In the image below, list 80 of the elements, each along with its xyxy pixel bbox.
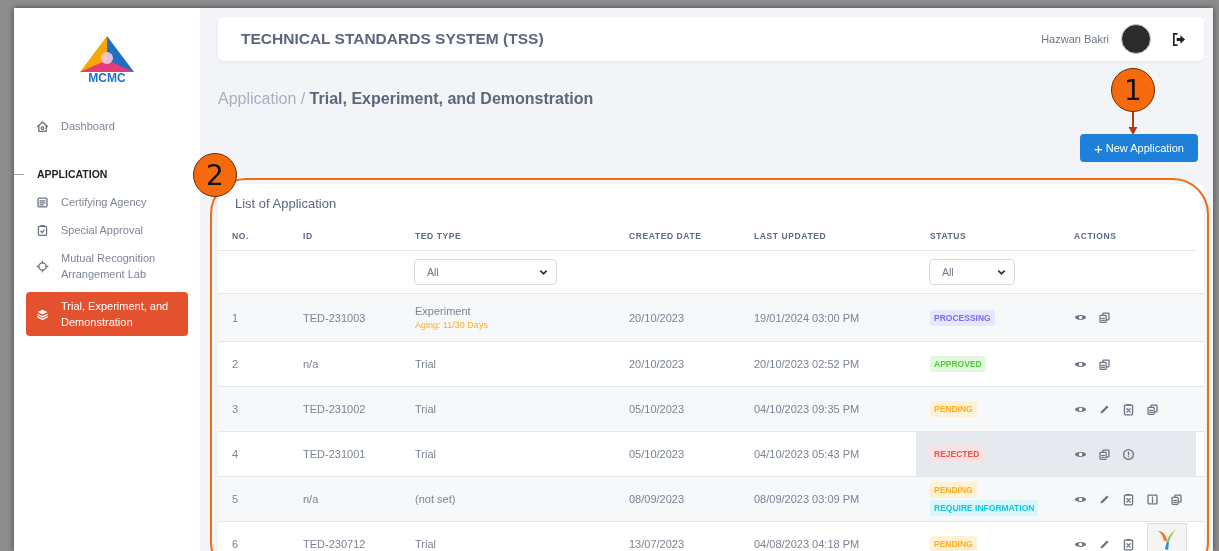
table-cell: 6 [232, 538, 239, 550]
status-badge: REJECTED [930, 446, 984, 462]
table-cell: 19/01/2024 03:00 PM [754, 311, 860, 324]
sidebar-item[interactable]: Dashboard [26, 112, 188, 140]
table-cell: 20/10/2023 02:52 PM [754, 358, 860, 370]
table-cell: 3 [232, 403, 239, 415]
sidebar-item[interactable]: Certifying Agency [26, 188, 188, 216]
table-title: List of Application [234, 195, 338, 213]
section-heading: APPLICATION [37, 168, 108, 180]
copy-icon[interactable] [1098, 311, 1111, 324]
copy-icon[interactable] [1098, 447, 1111, 461]
table-cell: Trial [415, 448, 436, 460]
sidebar-item[interactable]: Special Approval [26, 216, 188, 244]
document-x-icon[interactable] [1122, 492, 1135, 506]
sidebar-item[interactable]: Trial, Experiment, and Demonstration [26, 292, 188, 336]
column-header: ACTIONS [1060, 222, 1196, 251]
table-cell: TED-231003 [303, 311, 366, 324]
table-cell: Trial [415, 538, 436, 550]
table-cell: Experiment [415, 305, 471, 317]
table-cell: n/a [303, 358, 319, 370]
logout-icon[interactable] [1171, 31, 1186, 47]
document-icon [36, 195, 49, 209]
table-cell: 13/07/2023 [629, 538, 685, 550]
table-cell: 05/10/2023 [629, 448, 685, 460]
callout-arrow [1127, 112, 1139, 136]
status-badge: PENDING [930, 482, 977, 498]
layers-icon [36, 307, 49, 321]
logo-triangle-icon [78, 34, 136, 74]
app-title: TECHNICAL STANDARDS SYSTEM (TSS) [241, 30, 545, 48]
home-icon [36, 119, 49, 133]
user-name: Hazwan Bakri [1041, 33, 1109, 45]
aging-text: Aging: 11/30 Days [415, 320, 488, 330]
column-header: ID [289, 222, 401, 251]
table-cell: Trial [415, 358, 436, 370]
clipboard-check-icon [36, 223, 49, 237]
status-badge: APPROVED [930, 356, 986, 372]
filter-dropdown[interactable]: All [414, 259, 557, 285]
table-cell: 04/08/2023 04:18 PM [754, 538, 860, 550]
copy-icon[interactable] [1146, 402, 1159, 416]
column-header: TED TYPE [401, 222, 615, 251]
info-square-icon[interactable] [1146, 492, 1159, 506]
table-cell: 20/10/2023 [629, 358, 685, 370]
table-cell: TED-231001 [303, 448, 366, 460]
status-badge: PROCESSING [930, 309, 995, 326]
document-x-icon[interactable] [1122, 402, 1135, 416]
column-header: STATUS [916, 222, 1060, 251]
table-cell: Trial [415, 403, 436, 415]
status-badge: PENDING [930, 536, 977, 551]
table-cell: TED-230712 [303, 538, 366, 550]
status-badge: PENDING [930, 401, 977, 417]
table-cell: 1 [232, 311, 239, 324]
filter-dropdown[interactable]: All [929, 259, 1015, 285]
column-header: NO. [218, 222, 289, 251]
copy-icon[interactable] [1170, 492, 1183, 506]
table-cell: 04/10/2023 05:43 PM [754, 448, 860, 460]
new-application-button[interactable]: + New Application [1079, 134, 1198, 162]
breadcrumb-separator: / [300, 90, 307, 107]
info-circle-icon[interactable] [1122, 447, 1135, 461]
document-x-icon[interactable] [1122, 537, 1135, 551]
table-cell: TED-231002 [303, 403, 366, 415]
table-cell: 20/10/2023 [629, 311, 685, 324]
table-cell: (not set) [415, 493, 456, 505]
copy-icon[interactable] [1098, 357, 1111, 371]
table-cell: 08/09/2023 [629, 493, 685, 505]
status-badge: REQUIRE INFORMATION [930, 500, 1039, 516]
page-title: Trial, Experiment, and Demonstration [309, 90, 594, 107]
sidebar-item[interactable]: Mutual Recognition Arrangement Lab [26, 244, 188, 288]
table-cell: 5 [232, 493, 239, 505]
table-cell: 4 [232, 448, 239, 460]
table-cell: 2 [232, 358, 239, 370]
target-icon [36, 259, 49, 273]
table-cell: n/a [303, 493, 319, 505]
column-header: LAST UPDATED [740, 222, 916, 251]
table-cell: 08/09/2023 03:09 PM [754, 493, 860, 505]
table-cell: 05/10/2023 [629, 403, 685, 415]
breadcrumb-link[interactable]: Application [218, 90, 301, 107]
avatar[interactable] [1121, 24, 1151, 54]
table-cell: 04/10/2023 09:35 PM [754, 403, 860, 415]
logo-text: MCMC [88, 72, 126, 84]
column-header: CREATED DATE [615, 222, 740, 251]
